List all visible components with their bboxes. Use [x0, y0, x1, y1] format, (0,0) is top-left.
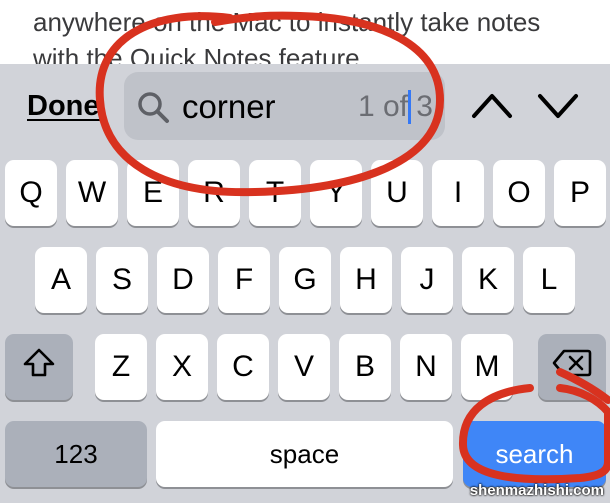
- done-button[interactable]: Done: [27, 90, 100, 123]
- key-label: V: [293, 350, 314, 383]
- space-key[interactable]: space: [156, 421, 453, 487]
- match-count: 1 of 3: [357, 90, 433, 123]
- key-y[interactable]: Y: [310, 160, 362, 226]
- key-label: Y: [325, 176, 346, 209]
- key-u[interactable]: U: [371, 160, 423, 226]
- key-p[interactable]: P: [554, 160, 606, 226]
- key-z[interactable]: Z: [95, 334, 147, 400]
- document-area: anywhere on the Mac to instantly take no…: [0, 0, 610, 64]
- key-label: A: [50, 263, 71, 296]
- key-j[interactable]: J: [401, 247, 453, 313]
- key-g[interactable]: G: [279, 247, 331, 313]
- key-label: N: [415, 350, 437, 383]
- key-label: E: [142, 176, 163, 209]
- key-t[interactable]: T: [249, 160, 301, 226]
- key-k[interactable]: K: [462, 247, 514, 313]
- key-label: W: [77, 176, 107, 209]
- key-i[interactable]: I: [432, 160, 484, 226]
- key-l[interactable]: L: [523, 247, 575, 313]
- find-toolbar: Done corner 1 of 3: [0, 64, 610, 152]
- key-s[interactable]: S: [96, 247, 148, 313]
- search-key-label: search: [495, 438, 574, 469]
- numbers-key[interactable]: 123: [5, 421, 147, 487]
- key-c[interactable]: C: [217, 334, 269, 400]
- key-label: Z: [111, 350, 131, 383]
- magnifier-icon: [136, 90, 172, 131]
- shift-key[interactable]: [5, 334, 73, 400]
- key-label: C: [232, 350, 254, 383]
- find-query-text: corner: [182, 88, 276, 125]
- watermark: shenmazhishi.com: [469, 482, 604, 499]
- key-label: X: [171, 350, 192, 383]
- find-search-field[interactable]: corner 1 of 3: [124, 72, 445, 140]
- key-h[interactable]: H: [340, 247, 392, 313]
- key-label: K: [477, 263, 498, 296]
- chevron-up-icon[interactable]: [470, 84, 514, 133]
- search-key[interactable]: search: [463, 421, 606, 487]
- key-v[interactable]: V: [278, 334, 330, 400]
- key-e[interactable]: E: [127, 160, 179, 226]
- key-x[interactable]: X: [156, 334, 208, 400]
- key-label: D: [172, 263, 194, 296]
- key-label: H: [355, 263, 377, 296]
- key-d[interactable]: D: [157, 247, 209, 313]
- document-text: anywhere on the Mac to instantly take no…: [33, 7, 541, 64]
- key-label: I: [453, 176, 463, 209]
- key-label: L: [540, 263, 558, 296]
- key-label: O: [507, 176, 531, 209]
- key-label: S: [111, 263, 132, 296]
- key-r[interactable]: R: [188, 160, 240, 226]
- delete-key[interactable]: [538, 334, 606, 400]
- key-label: J: [419, 263, 435, 296]
- key-w[interactable]: W: [66, 160, 118, 226]
- chevron-down-icon[interactable]: [536, 84, 580, 133]
- key-o[interactable]: O: [493, 160, 545, 226]
- key-b[interactable]: B: [339, 334, 391, 400]
- key-q[interactable]: Q: [5, 160, 57, 226]
- space-key-label: space: [269, 438, 340, 469]
- backspace-icon: [552, 348, 592, 386]
- key-label: P: [569, 176, 590, 209]
- numbers-key-label: 123: [54, 438, 98, 469]
- key-n[interactable]: N: [400, 334, 452, 400]
- shift-arrow-icon: [22, 346, 56, 388]
- key-label: U: [386, 176, 408, 209]
- key-label: B: [354, 350, 375, 383]
- key-m[interactable]: M: [461, 334, 513, 400]
- key-label: G: [293, 263, 317, 296]
- key-label: F: [234, 263, 254, 296]
- key-label: R: [203, 176, 225, 209]
- key-label: Q: [19, 176, 43, 209]
- key-f[interactable]: F: [218, 247, 270, 313]
- key-a[interactable]: A: [35, 247, 87, 313]
- key-label: M: [474, 350, 500, 383]
- key-label: T: [265, 176, 285, 209]
